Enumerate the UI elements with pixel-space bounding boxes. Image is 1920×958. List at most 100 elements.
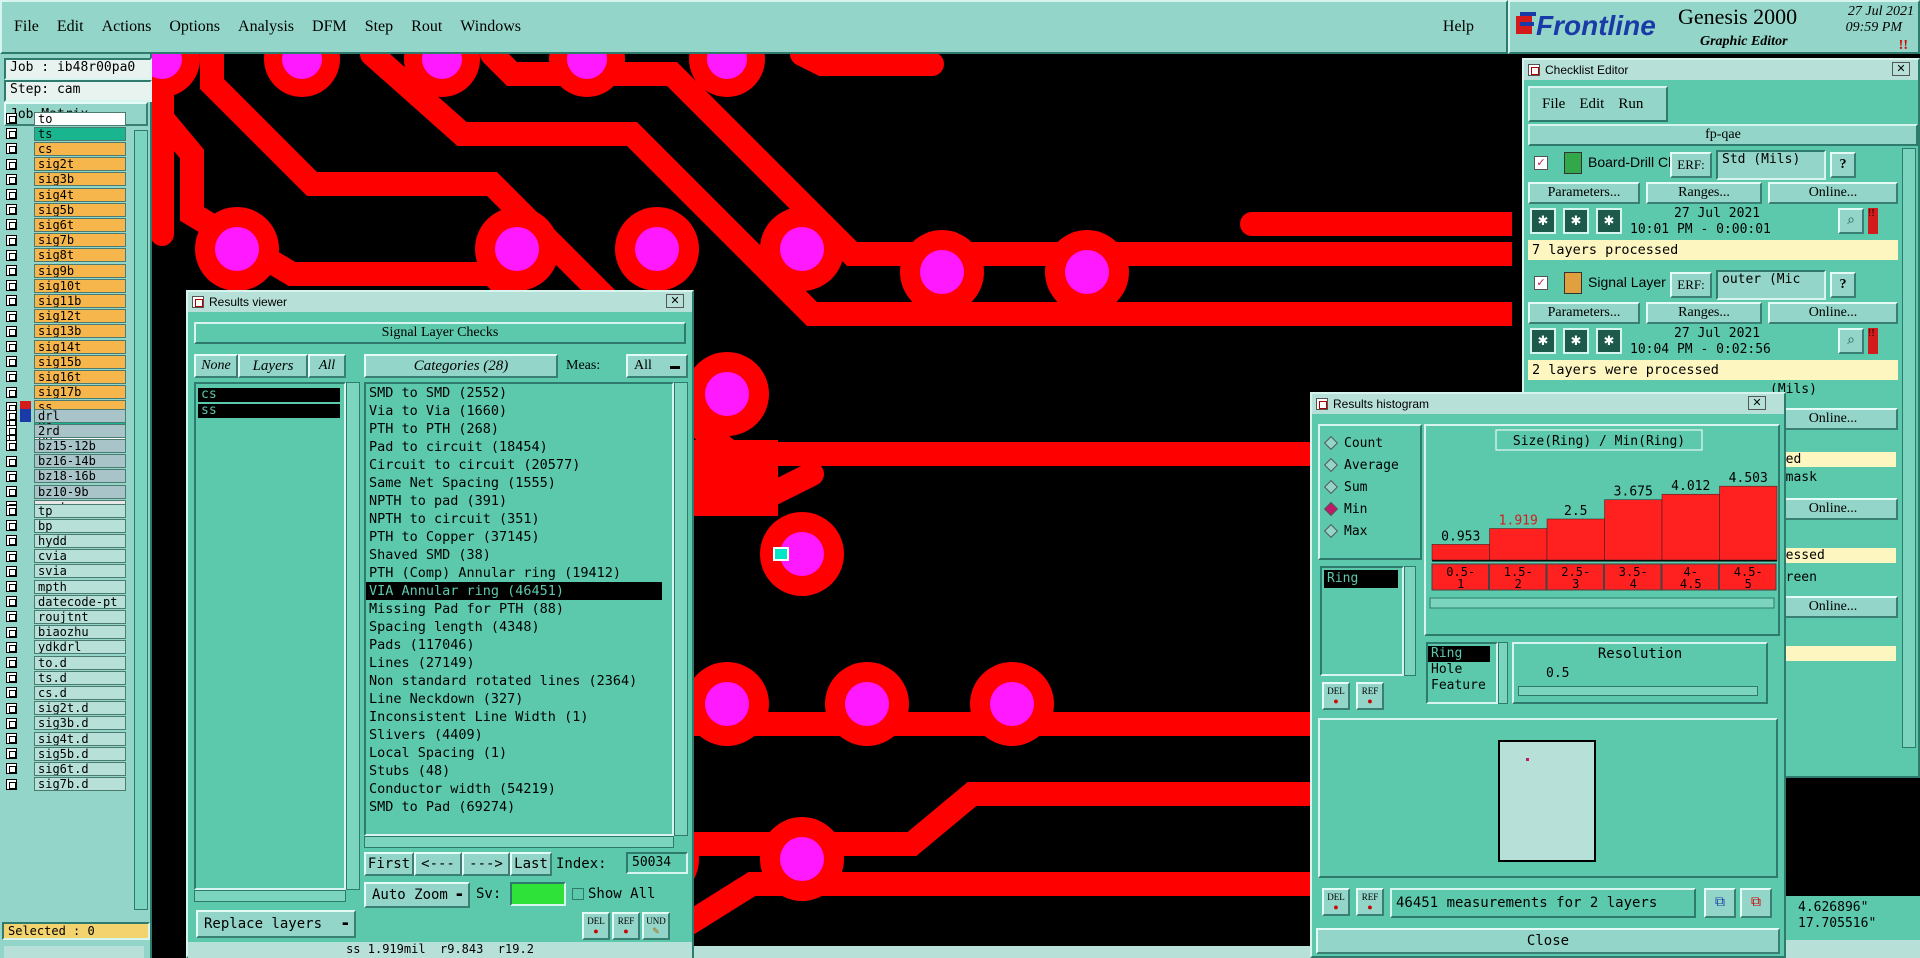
list-item[interactable]: Lines (27149): [366, 654, 672, 672]
histogram-bar[interactable]: [1431, 544, 1490, 561]
layer-checkbox[interactable]: [6, 657, 17, 668]
layer-checkbox[interactable]: [6, 386, 17, 398]
layer-row-sig6t.d[interactable]: sig6t.d: [6, 761, 126, 776]
layer-row-sig7b[interactable]: sig7b: [6, 233, 126, 248]
run-selected-icon[interactable]: ✱: [1563, 328, 1589, 354]
run-area-icon[interactable]: ✱: [1596, 328, 1622, 354]
checklist-scrollbar[interactable]: [1902, 148, 1916, 748]
list-item[interactable]: Feature: [1428, 678, 1496, 694]
layer-row-sig17b[interactable]: sig17b: [6, 385, 126, 400]
list-item[interactable]: Ring: [1428, 646, 1490, 662]
layer-checkbox[interactable]: [6, 371, 17, 383]
histogram-bar[interactable]: [1661, 493, 1720, 561]
chart-hscrollbar[interactable]: [1429, 597, 1775, 609]
list-item[interactable]: NPTH to pad (391): [366, 492, 672, 510]
histogram-bar[interactable]: [1546, 518, 1605, 561]
last-button[interactable]: Last: [510, 852, 552, 876]
list-item[interactable]: cs: [198, 388, 340, 402]
list-item[interactable]: PTH to Copper (37145): [366, 528, 672, 546]
all-button[interactable]: All: [308, 354, 346, 378]
layer-row-roujtnt[interactable]: roujtnt: [6, 609, 126, 624]
online-button[interactable]: Online...: [1768, 302, 1898, 324]
category-hscrollbar[interactable]: [364, 836, 674, 848]
list-item[interactable]: VIA Annular ring (46451): [366, 582, 662, 600]
layer-row-to.d[interactable]: to.d: [6, 655, 126, 670]
layer-checkbox[interactable]: [6, 219, 17, 231]
mode-radio-average[interactable]: Average: [1320, 454, 1420, 476]
layer-row-cs.d[interactable]: cs.d: [6, 685, 126, 700]
del-button[interactable]: DEL ●: [582, 912, 610, 940]
run-icon[interactable]: ✱: [1530, 328, 1556, 354]
layer-checkbox[interactable]: [6, 611, 17, 623]
menu-help[interactable]: Help: [1443, 18, 1474, 36]
layer-checkbox[interactable]: [6, 733, 17, 744]
layer-checkbox[interactable]: [6, 763, 17, 775]
menu-edit[interactable]: Edit: [57, 18, 84, 36]
list-item[interactable]: Spacing length (4348): [366, 618, 672, 636]
list-item[interactable]: Stubs (48): [366, 762, 672, 780]
layer-row-ydkdrl[interactable]: ydkdrl: [6, 640, 126, 655]
list-item[interactable]: Pad to circuit (18454): [366, 438, 672, 456]
layer-row-sig3b.d[interactable]: sig3b.d: [6, 716, 126, 731]
layer-row-sig4t[interactable]: sig4t: [6, 187, 126, 202]
layer-checkbox[interactable]: [6, 189, 17, 200]
layer-checkbox[interactable]: [6, 128, 17, 140]
layer-checkbox[interactable]: [6, 581, 17, 592]
list-item[interactable]: Ring: [1324, 570, 1398, 588]
list-item[interactable]: PTH (Comp) Annular ring (19412): [366, 564, 672, 582]
list-item[interactable]: Pads (117046): [366, 636, 672, 654]
online-button[interactable]: Online...: [1768, 596, 1898, 618]
auto-zoom-dropdown[interactable]: Auto Zoom ▬: [364, 882, 470, 908]
mode-radio-count[interactable]: Count: [1320, 432, 1420, 454]
list-item[interactable]: Shaved SMD (38): [366, 546, 672, 564]
layer-checkbox[interactable]: [6, 702, 17, 714]
run-selected-icon[interactable]: ✱: [1563, 208, 1589, 234]
zoom-result-button[interactable]: ⧉: [1740, 888, 1772, 918]
list-item[interactable]: SMD to SMD (2552): [366, 384, 672, 402]
layer-checkbox[interactable]: [6, 470, 17, 482]
results-zoom-button[interactable]: ⌕: [1838, 208, 1864, 234]
histogram-close-button[interactable]: Close: [1316, 928, 1780, 954]
checklist-titlebar[interactable]: Checklist Editor ✕: [1524, 60, 1918, 80]
layer-row-sig5b.d[interactable]: sig5b.d: [6, 746, 126, 761]
layer-row-mpth[interactable]: mpth: [6, 579, 126, 594]
check-enabled-icon[interactable]: ✓: [1534, 276, 1548, 290]
layer-row-bp[interactable]: bp: [6, 518, 126, 533]
layer-row-sig13b[interactable]: sig13b: [6, 324, 126, 339]
layer-row-sig14t[interactable]: sig14t: [6, 339, 126, 354]
list-item[interactable]: Missing Pad for PTH (88): [366, 600, 672, 618]
list-item[interactable]: NPTH to circuit (351): [366, 510, 672, 528]
histogram-bar[interactable]: [1489, 528, 1548, 561]
ref-button[interactable]: REF ●: [612, 912, 640, 940]
online-button[interactable]: Online...: [1768, 182, 1898, 204]
layer-row-sig6t[interactable]: sig6t: [6, 217, 126, 232]
checklist-menu-run[interactable]: Run: [1618, 96, 1643, 113]
layer-checkbox[interactable]: [6, 565, 17, 577]
preview-del-button[interactable]: DEL ●: [1322, 888, 1350, 916]
list-item[interactable]: Local Spacing (1): [366, 744, 672, 762]
layer-checkbox[interactable]: [6, 550, 17, 562]
layer-scrollbar[interactable]: [134, 130, 148, 910]
menu-step[interactable]: Step: [365, 18, 393, 36]
online-button[interactable]: Online...: [1768, 498, 1898, 520]
layer-checkbox[interactable]: [6, 143, 17, 155]
resolution-slider[interactable]: [1518, 686, 1758, 696]
menu-dfm[interactable]: DFM: [312, 18, 347, 36]
layer-checkbox[interactable]: [6, 234, 17, 246]
preview-ref-button[interactable]: REF ●: [1356, 888, 1384, 916]
layer-row-2rd[interactable]: 2rd: [6, 423, 126, 438]
layer-checkbox[interactable]: [6, 505, 17, 516]
sv-color-dropdown[interactable]: [510, 882, 566, 906]
layer-checkbox[interactable]: [6, 778, 17, 790]
layer-row-tp[interactable]: tp: [6, 503, 126, 518]
prev-button[interactable]: <---: [414, 852, 462, 876]
parameters-button[interactable]: Parameters...: [1528, 182, 1640, 204]
list-item[interactable]: SMD to Pad (69274): [366, 798, 672, 816]
layer-row-drl[interactable]: drl: [6, 408, 126, 423]
mode-radio-max[interactable]: Max: [1320, 520, 1420, 542]
layer-row-bz15-12b[interactable]: bz15-12b: [6, 438, 126, 453]
list-item[interactable]: Inconsistent Line Width (1): [366, 708, 672, 726]
layer-checkbox[interactable]: [6, 173, 17, 185]
check-help-button[interactable]: ?: [1830, 272, 1856, 298]
histogram-bar[interactable]: [1719, 485, 1778, 561]
